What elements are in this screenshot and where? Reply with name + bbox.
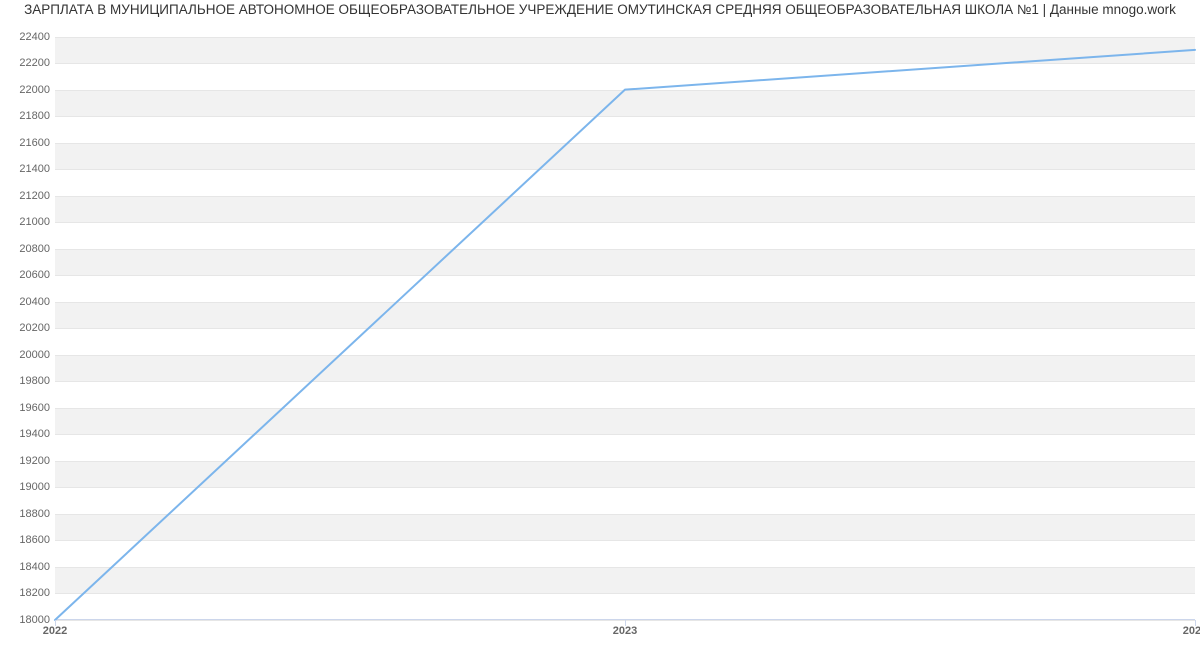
y-tick-label: 18200	[19, 587, 50, 599]
x-tick-label: 2023	[613, 625, 637, 637]
y-tick-label: 19200	[19, 455, 50, 467]
plot-area	[55, 30, 1195, 620]
x-tick-label: 2022	[43, 625, 67, 637]
y-tick-label: 18800	[19, 508, 50, 520]
y-tick-label: 21000	[19, 216, 50, 228]
series-line	[55, 50, 1195, 620]
y-tick-label: 20800	[19, 243, 50, 255]
y-tick-label: 22400	[19, 31, 50, 43]
y-tick-label: 21800	[19, 110, 50, 122]
y-tick-label: 20000	[19, 349, 50, 361]
y-tick-label: 19000	[19, 481, 50, 493]
y-tick-label: 20600	[19, 269, 50, 281]
y-tick-label: 20400	[19, 296, 50, 308]
y-tick-label: 22000	[19, 84, 50, 96]
x-tick-label: 2024	[1183, 625, 1200, 637]
y-tick-label: 18600	[19, 534, 50, 546]
chart-container: ЗАРПЛАТА В МУНИЦИПАЛЬНОЕ АВТОНОМНОЕ ОБЩЕ…	[0, 0, 1200, 650]
y-tick-label: 19400	[19, 428, 50, 440]
chart-title: ЗАРПЛАТА В МУНИЦИПАЛЬНОЕ АВТОНОМНОЕ ОБЩЕ…	[0, 2, 1200, 17]
y-tick-label: 19600	[19, 402, 50, 414]
line-layer	[55, 30, 1195, 620]
y-tick-label: 18400	[19, 561, 50, 573]
y-tick-label: 22200	[19, 57, 50, 69]
y-tick-label: 20200	[19, 322, 50, 334]
y-tick-label: 21600	[19, 137, 50, 149]
y-tick-label: 21200	[19, 190, 50, 202]
y-tick-label: 19800	[19, 375, 50, 387]
y-tick-label: 21400	[19, 163, 50, 175]
